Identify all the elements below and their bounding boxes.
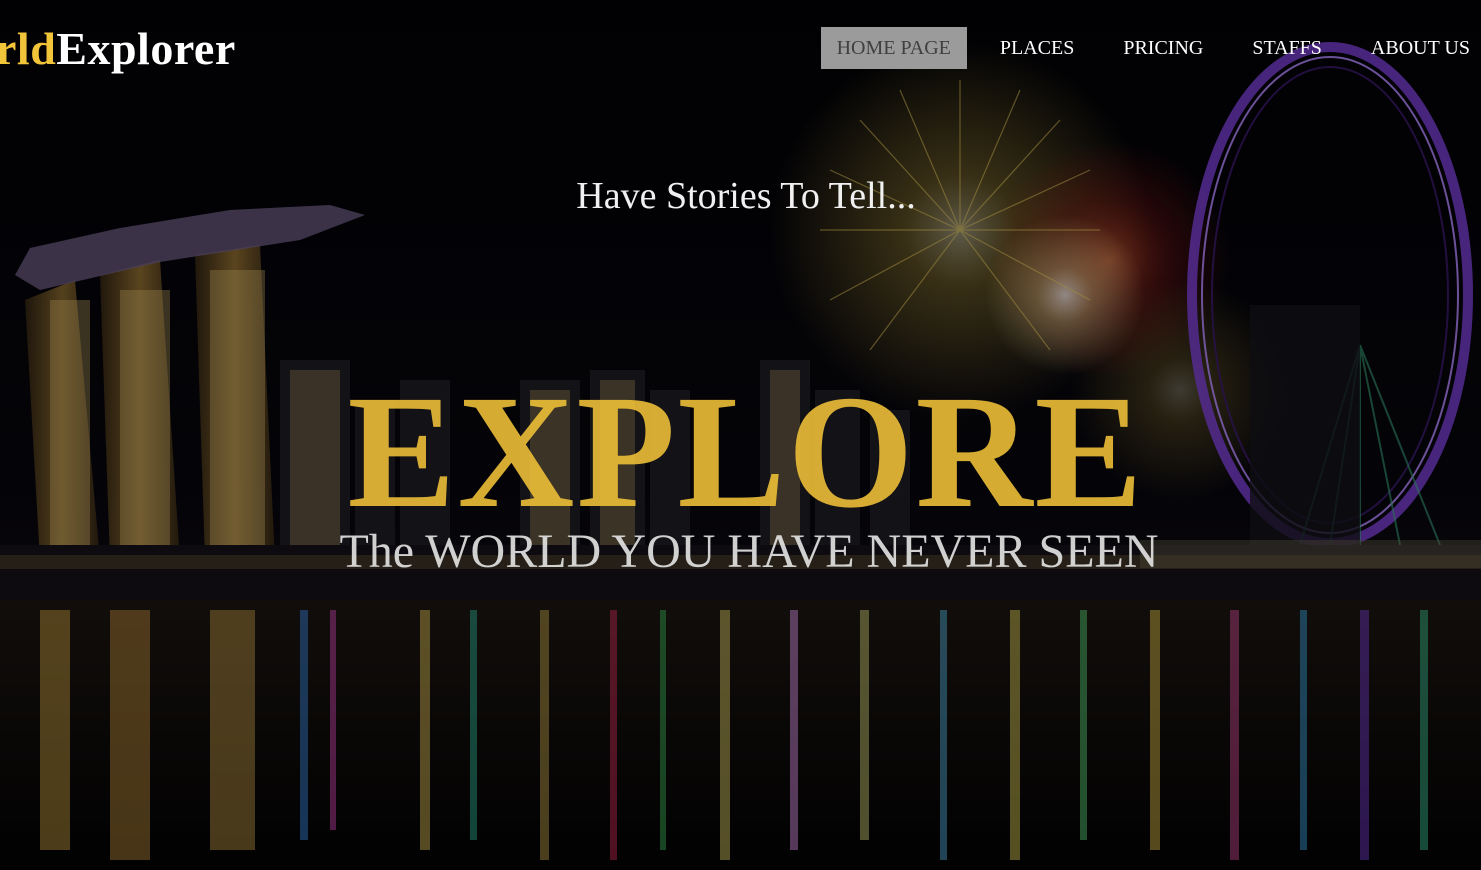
site-logo[interactable]: rldExplorer xyxy=(0,22,236,75)
logo-main: Explorer xyxy=(56,23,236,74)
nav-item-about-us[interactable]: ABOUT US xyxy=(1355,27,1481,69)
main-nav: HOME PAGE PLACES PRICING STAFFS ABOUT US xyxy=(820,27,1481,69)
hero-subheadline: The WORLD YOU HAVE NEVER SEEN xyxy=(339,525,1159,578)
hero-tagline: Have Stories To Tell... xyxy=(576,175,916,217)
navbar: rldExplorer HOME PAGE PLACES PRICING STA… xyxy=(0,0,1481,100)
nav-item-places[interactable]: PLACES xyxy=(984,27,1090,69)
nav-item-home-page[interactable]: HOME PAGE xyxy=(820,27,967,69)
hero-section: rldExplorer HOME PAGE PLACES PRICING STA… xyxy=(0,0,1481,870)
logo-prefix: rld xyxy=(0,23,57,74)
hero-headline: EXPLORE xyxy=(347,363,1145,542)
nav-item-staffs[interactable]: STAFFS xyxy=(1236,27,1338,69)
nav-item-pricing[interactable]: PRICING xyxy=(1107,27,1219,69)
